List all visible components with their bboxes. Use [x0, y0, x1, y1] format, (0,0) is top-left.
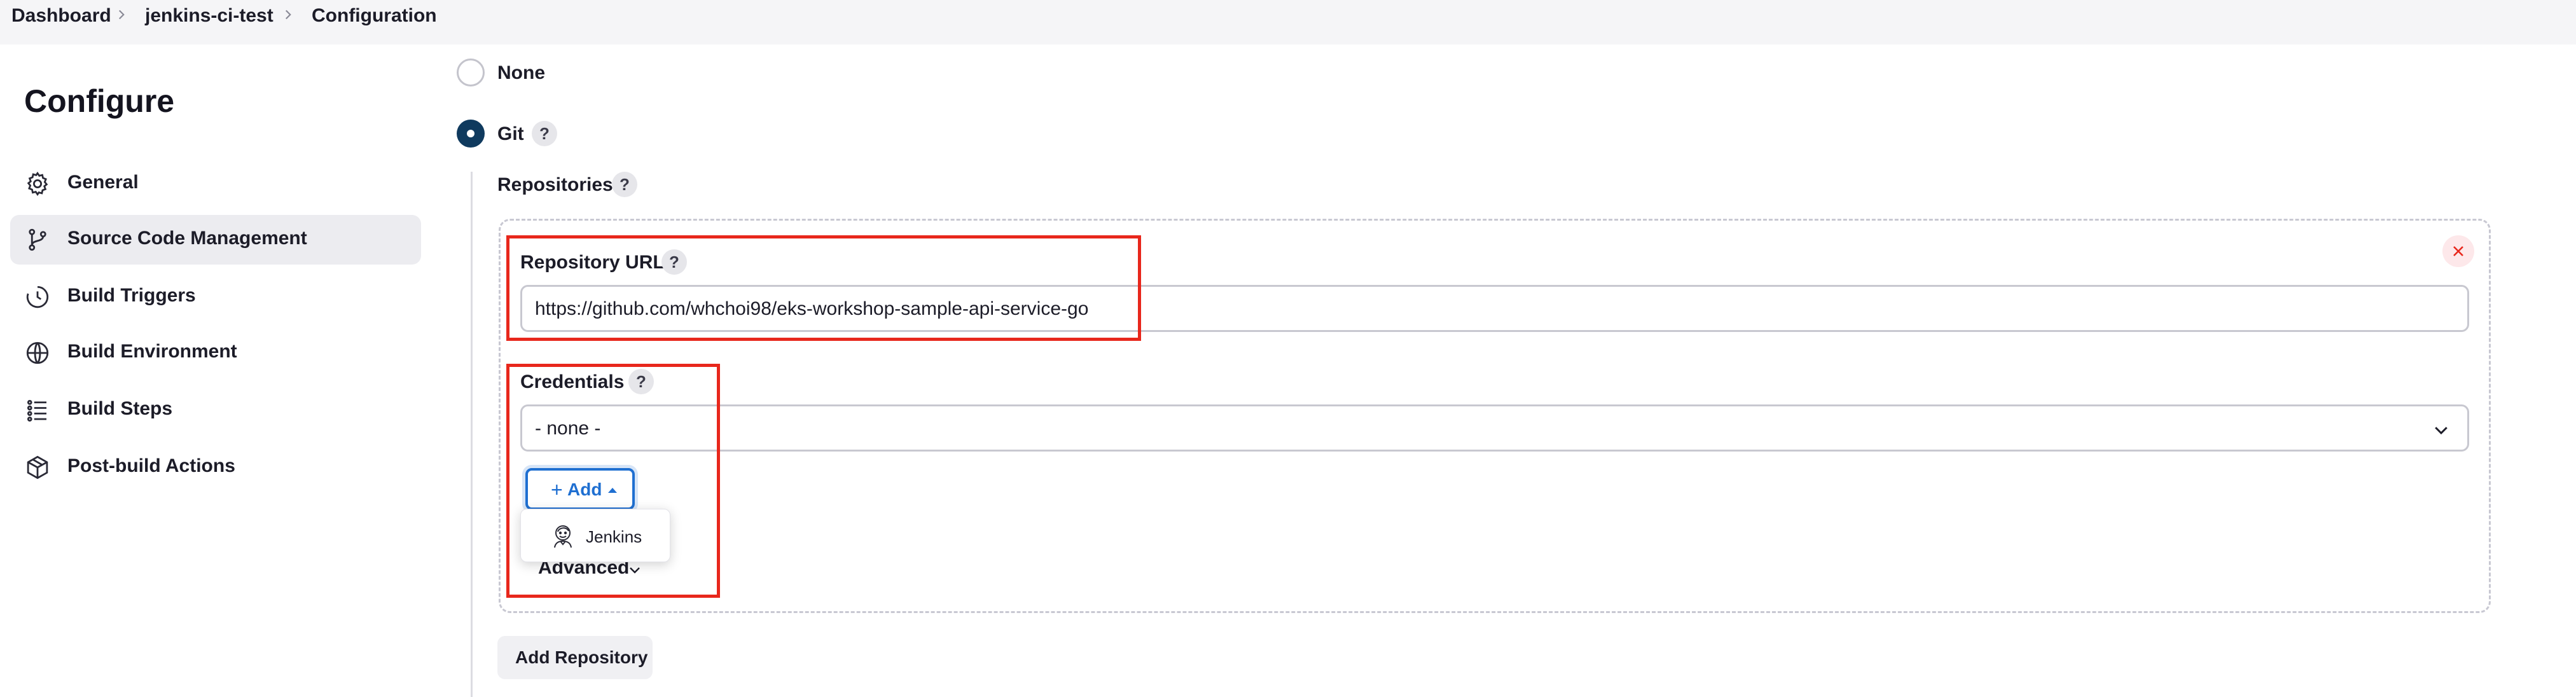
globe-icon [24, 340, 51, 366]
radio-none[interactable] [457, 59, 485, 86]
branch-icon [24, 226, 51, 253]
breadcrumb-dashboard[interactable]: Dashboard [11, 5, 111, 27]
help-icon[interactable]: ? [532, 121, 557, 146]
add-repository-label: Add Repository [515, 647, 648, 667]
breadcrumb: Dashboard jenkins-ci-test Configuration [0, 0, 2576, 45]
sidebar-item-general[interactable]: General [10, 159, 421, 209]
close-icon [2453, 246, 2463, 256]
chevron-right-icon [280, 6, 296, 23]
breadcrumb-configuration[interactable]: Configuration [312, 5, 437, 27]
add-repository-button[interactable]: Add Repository [497, 636, 653, 679]
repositories-label: Repositories [497, 174, 613, 195]
help-icon[interactable]: ? [612, 172, 637, 197]
list-icon [24, 397, 51, 424]
delete-repository-button[interactable] [2442, 235, 2474, 267]
section-divider [471, 172, 473, 697]
chevron-right-icon [113, 6, 130, 23]
sidebar-item-label: Post-build Actions [67, 455, 235, 476]
sidebar-item-build-steps[interactable]: Build Steps [10, 385, 421, 435]
chevron-down-icon [2432, 420, 2451, 439]
gear-icon [24, 170, 51, 197]
highlight-credentials [506, 364, 720, 598]
radio-git[interactable] [457, 120, 485, 148]
sidebar-item-label: General [67, 172, 139, 193]
breadcrumb-job[interactable]: jenkins-ci-test [145, 5, 274, 27]
highlight-repository-url [506, 235, 1141, 341]
sidebar-item-source-code-management[interactable]: Source Code Management [10, 215, 421, 265]
sidebar-item-label: Build Triggers [67, 285, 196, 306]
credentials-select[interactable]: - none - [520, 404, 2469, 452]
radio-none-label: None [497, 62, 545, 83]
sidebar-item-build-triggers[interactable]: Build Triggers [10, 272, 421, 322]
timer-icon [24, 284, 51, 310]
sidebar-item-build-environment[interactable]: Build Environment [10, 328, 421, 378]
sidebar-item-post-build-actions[interactable]: Post-build Actions [10, 443, 421, 492]
sidebar-item-label: Build Steps [67, 398, 173, 419]
page-title: Configure [24, 83, 175, 119]
sidebar-item-label: Source Code Management [67, 228, 307, 249]
sidebar-item-label: Build Environment [67, 341, 237, 362]
package-icon [24, 454, 51, 481]
radio-git-label: Git [497, 123, 524, 144]
